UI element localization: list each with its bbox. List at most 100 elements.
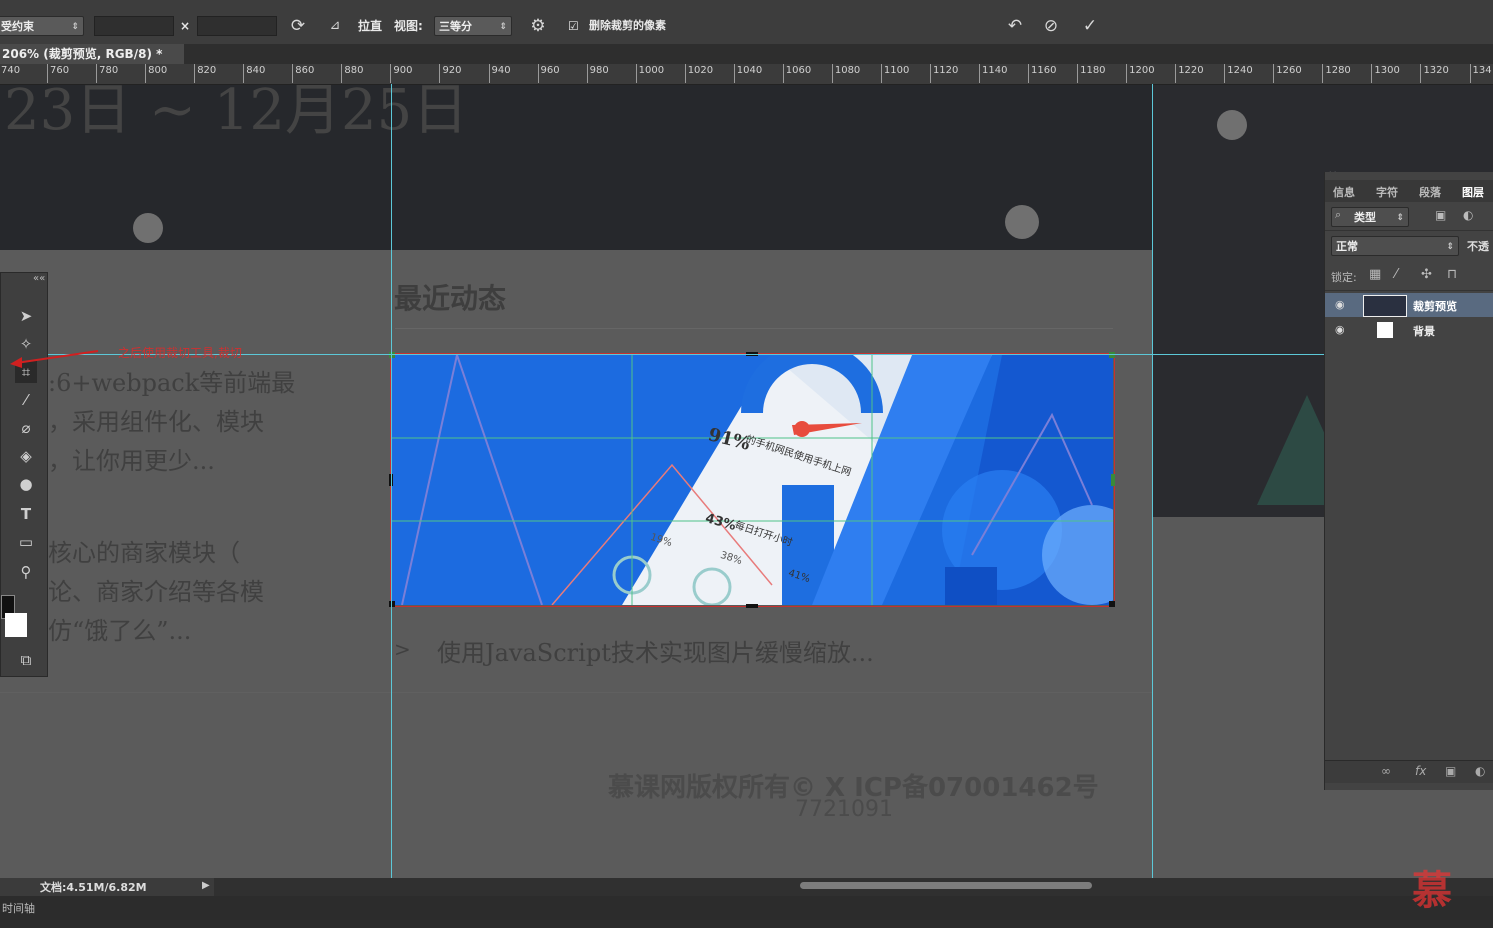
crop-handle-top-right[interactable] <box>1109 352 1115 358</box>
ruler-tick: 1240 <box>1224 64 1253 83</box>
lock-position-icon[interactable]: ✣ <box>1421 267 1432 282</box>
scrollbar-thumb[interactable] <box>800 882 1092 889</box>
crop-handle-bottom-right[interactable] <box>1109 601 1115 607</box>
crop-handle-right[interactable] <box>1111 474 1115 486</box>
layer-row-background[interactable]: ◉ 背景 <box>1325 318 1493 342</box>
overlay-view-select[interactable]: 三等分 <box>434 16 512 37</box>
intro-line: 核心的商家模块（ <box>48 539 240 567</box>
background-color-swatch[interactable] <box>5 613 27 637</box>
layer-row-crop-preview[interactable]: ◉ 裁剪预览 <box>1325 293 1493 317</box>
annotation-arrow <box>10 350 99 368</box>
ruler-tick: 820 <box>194 64 216 83</box>
rectangle-tool-icon[interactable]: ▭ <box>15 531 37 553</box>
intro-line: :6+webpack等前端最 <box>48 369 296 397</box>
date-heading: 23日 ~ 12月25日 <box>4 85 469 143</box>
rotate-icon[interactable]: ⟳ <box>287 15 309 37</box>
crop-handle-bottom[interactable] <box>746 604 758 608</box>
blend-mode-select[interactable]: 正常 <box>1331 236 1459 257</box>
brush-tool-icon[interactable]: ⁄ <box>15 389 37 411</box>
ruler-tick: 940 <box>488 64 511 83</box>
crop-handle-bottom-left[interactable] <box>389 601 395 607</box>
ruler-tick: 1140 <box>979 64 1007 83</box>
news-item: 使用JavaScript技术实现图片缓慢缩放... <box>437 639 874 667</box>
gear-icon[interactable]: ⚙ <box>527 15 549 37</box>
cancel-icon[interactable]: ⊘ <box>1040 15 1062 37</box>
adjustment-layer-icon[interactable]: ◐ <box>1475 764 1485 778</box>
straighten-label[interactable]: 拉直 <box>358 16 382 36</box>
screen-mode-icon[interactable]: ⧉ <box>15 649 37 671</box>
ruler-tick: 1200 <box>1126 64 1155 83</box>
ruler-tick: 900 <box>390 64 412 83</box>
swap-symbol[interactable]: × <box>180 16 190 36</box>
commit-check-icon[interactable]: ✓ <box>1079 15 1101 37</box>
filter-type-select[interactable]: 类型 <box>1331 207 1409 228</box>
ruler-tick: 1300 <box>1371 64 1400 83</box>
layer-name[interactable]: 背景 <box>1413 323 1435 339</box>
ruler-tick: 1160 <box>1028 64 1057 83</box>
ruler-tick: 1040 <box>733 64 762 83</box>
doc-size[interactable]: 文档:4.51M/6.82M <box>40 879 147 895</box>
filter-adjust-icon[interactable]: ◐ <box>1463 208 1473 222</box>
fx-icon[interactable]: fx <box>1415 764 1426 778</box>
divider <box>1325 290 1493 291</box>
constraint-select[interactable]: 受约束 <box>0 16 84 37</box>
collapse-icon[interactable]: «« <box>33 273 45 284</box>
delete-cropped-label: 删除裁剪的像素 <box>589 19 666 32</box>
visibility-eye-icon[interactable]: ◉ <box>1335 323 1345 336</box>
ruler-tick: 840 <box>243 64 265 83</box>
layer-thumbnail <box>1377 322 1393 338</box>
ruler-tick: 1000 <box>635 64 664 83</box>
layer-name[interactable]: 裁剪预览 <box>1413 298 1457 314</box>
tab-paragraph[interactable]: 段落 <box>1419 184 1441 200</box>
ruler-tick: 800 <box>145 64 167 83</box>
visibility-eye-icon[interactable]: ◉ <box>1335 298 1345 311</box>
opacity-label: 不透 <box>1467 240 1489 253</box>
tab-info[interactable]: 信息 <box>1333 184 1355 200</box>
dot-decoration <box>1005 205 1039 239</box>
link-layers-icon[interactable]: ∞ <box>1381 764 1391 778</box>
delete-cropped-checkbox[interactable]: ☑ <box>568 16 579 36</box>
intro-line: 仿“饿了么”... <box>48 617 192 645</box>
horizontal-ruler[interactable]: 740 760 780 800 820 840 860 880 900 920 940 960 980 1… <box>0 64 1493 85</box>
tab-layers[interactable]: 图层 <box>1462 184 1484 200</box>
straighten-icon[interactable]: ⊿ <box>324 15 346 37</box>
guide-vertical[interactable] <box>1152 84 1153 878</box>
width-field[interactable] <box>94 16 174 36</box>
ruler-tick: 1120 <box>929 64 958 83</box>
lock-transparent-icon[interactable]: ▦ <box>1369 267 1381 282</box>
type-tool-icon[interactable]: T <box>15 503 37 525</box>
lock-all-icon[interactable]: ⊓ <box>1447 267 1457 282</box>
intro-line: 论、商家介绍等各模 <box>48 578 264 606</box>
tab-bar <box>0 44 1493 64</box>
dot-decoration <box>1217 110 1247 140</box>
search-icon: ⌕ <box>1335 208 1342 221</box>
ruler-tick: 1080 <box>831 64 860 83</box>
ruler-tick: 1320 <box>1420 64 1449 83</box>
timeline-tab[interactable]: 时间轴 <box>2 900 35 916</box>
ruler-tick: 860 <box>292 64 314 83</box>
filter-image-icon[interactable]: ▣ <box>1435 208 1446 222</box>
status-bar: 文档:4.51M/6.82M ▶ <box>0 878 1493 896</box>
height-field[interactable] <box>197 16 277 36</box>
options-bar: 受约束 × ⟳ ⊿ 拉直 视图: 三等分 ⚙ ☑ 删除裁剪的像素 ↶ ⊘ ✓ <box>0 0 1493 45</box>
crop-handle-top-left[interactable] <box>389 352 395 358</box>
lock-pixels-icon[interactable]: ⁄ <box>1395 267 1397 282</box>
ruler-tick: 1020 <box>684 64 713 83</box>
clone-stamp-icon[interactable]: ⌀ <box>15 417 37 439</box>
ruler-tick: 1100 <box>880 64 909 83</box>
crop-border <box>390 353 1115 607</box>
tab-character[interactable]: 字符 <box>1376 184 1398 200</box>
timeline-panel: 时间轴 <box>0 896 1493 928</box>
ruler-tick: 760 <box>47 64 69 83</box>
dodge-tool-icon[interactable]: ● <box>15 473 37 495</box>
status-menu-arrow-icon[interactable]: ▶ <box>202 880 210 891</box>
move-tool-icon[interactable]: ➤ <box>15 305 37 327</box>
zoom-tool-icon[interactable]: ⚲ <box>15 561 37 583</box>
add-mask-icon[interactable]: ▣ <box>1445 764 1456 778</box>
reset-icon[interactable]: ↶ <box>1004 15 1026 37</box>
document-tab[interactable]: 206% (裁剪预览, RGB/8) * <box>0 44 184 64</box>
paint-bucket-icon[interactable]: ◈ <box>15 445 37 467</box>
guide-vertical[interactable] <box>391 84 392 878</box>
section-title: 最近动态 <box>394 282 507 315</box>
lock-label: 锁定: <box>1331 271 1357 284</box>
